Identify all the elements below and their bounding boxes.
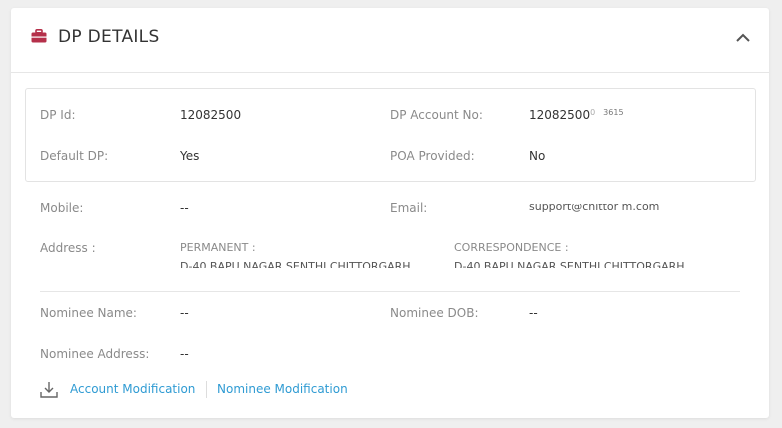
dp-summary-box: [25, 88, 756, 182]
dp-id-label: DP Id:: [40, 108, 76, 122]
mobile-label: Mobile:: [40, 201, 84, 215]
dp-id-value: 12082500: [180, 108, 242, 122]
permanent-label: PERMANENT :: [180, 241, 256, 254]
nominee-dob-value: --: [529, 306, 538, 320]
address-label: Address :: [40, 241, 96, 255]
nominee-address-value: --: [180, 347, 189, 361]
nominee-name-value: --: [180, 306, 189, 320]
section-divider: [40, 291, 740, 292]
default-dp-label: Default DP:: [40, 149, 109, 163]
email-label: Email:: [390, 201, 428, 215]
dp-details-card: DP DETAILS DP Id: 12082500 DP Account No…: [11, 8, 769, 418]
email-value: support@chittor m.com: [529, 204, 660, 213]
card-title: DP DETAILS: [58, 27, 160, 47]
nominee-dob-label: Nominee DOB:: [390, 306, 479, 320]
chevron-up-icon[interactable]: [733, 28, 753, 48]
default-dp-value: Yes: [180, 149, 200, 163]
mobile-value: --: [180, 201, 189, 215]
download-icon[interactable]: [40, 381, 58, 398]
card-header[interactable]: DP DETAILS: [11, 8, 769, 73]
dp-account-label: DP Account No:: [390, 108, 483, 122]
permanent-address: D-40 BAPU NAGAR SENTHI CHITTORGARH: [180, 260, 411, 268]
poa-value: No: [529, 149, 546, 163]
link-separator: [206, 381, 207, 398]
nominee-modification-link[interactable]: Nominee Modification: [217, 382, 348, 396]
correspondence-label: CORRESPONDENCE :: [454, 241, 569, 254]
nominee-name-label: Nominee Name:: [40, 306, 137, 320]
nominee-address-label: Nominee Address:: [40, 347, 150, 361]
briefcase-icon: [31, 29, 47, 43]
dp-account-value: 120825000 3615: [529, 108, 624, 122]
poa-label: POA Provided:: [390, 149, 475, 163]
account-modification-link[interactable]: Account Modification: [70, 382, 195, 396]
correspondence-address: D-40 BAPU NAGAR SENTHI CHITTORGARH: [454, 260, 685, 268]
